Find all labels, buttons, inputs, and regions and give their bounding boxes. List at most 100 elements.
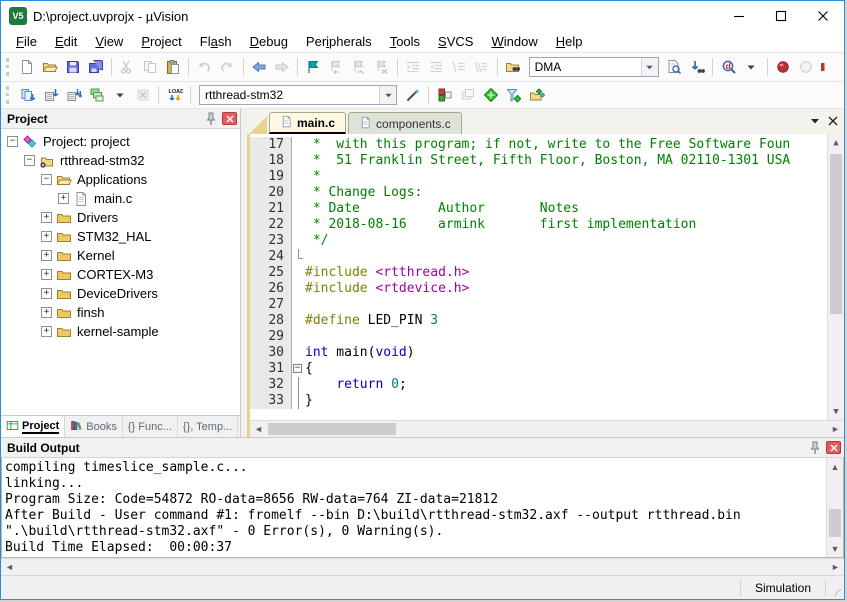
find-in-files-button[interactable]	[502, 56, 525, 78]
scroll-right-icon[interactable]: ►	[827, 562, 844, 572]
tab-list-dropdown[interactable]	[810, 114, 820, 129]
menu-help[interactable]: Help	[547, 32, 592, 51]
menu-window[interactable]: Window	[482, 32, 546, 51]
batch-build-dropdown[interactable]	[108, 84, 131, 106]
download-button[interactable]: LOAD	[163, 84, 186, 106]
insert-breakpoint-button[interactable]	[772, 56, 795, 78]
pack-installer-button[interactable]	[525, 84, 548, 106]
scroll-left-icon[interactable]: ◄	[250, 424, 267, 434]
windows-layout-button[interactable]	[456, 84, 479, 106]
tree-item-drivers[interactable]: +Drivers	[1, 208, 240, 227]
manage-rte-button[interactable]	[479, 84, 502, 106]
collapse-icon[interactable]: −	[24, 155, 35, 166]
fold-margin[interactable]	[292, 393, 305, 409]
runtime-filter-button[interactable]	[502, 84, 525, 106]
uncomment-selection-button[interactable]	[470, 56, 493, 78]
rebuild-button[interactable]	[62, 84, 85, 106]
expand-icon[interactable]: +	[41, 326, 52, 337]
menu-debug[interactable]: Debug	[241, 32, 297, 51]
fold-margin[interactable]	[292, 281, 305, 297]
comment-selection-button[interactable]	[447, 56, 470, 78]
indent-button[interactable]	[425, 56, 448, 78]
editor-tab-components-c[interactable]: components.c	[348, 112, 462, 134]
fold-margin[interactable]	[292, 185, 305, 201]
unindent-button[interactable]	[402, 56, 425, 78]
scroll-up-icon[interactable]: ▲	[827, 458, 843, 475]
copy-button[interactable]	[139, 56, 162, 78]
scroll-down-icon[interactable]: ▼	[828, 403, 844, 420]
tree-item-devicedrivers[interactable]: +DeviceDrivers	[1, 284, 240, 303]
scroll-left-icon[interactable]: ◄	[1, 562, 18, 572]
menu-file[interactable]: File	[7, 32, 46, 51]
expand-icon[interactable]: +	[41, 231, 52, 242]
build-vertical-scrollbar[interactable]: ▲ ▼	[826, 458, 843, 557]
code-area[interactable]: 17 * with this program; if not, write to…	[250, 134, 827, 420]
clipped-toolbar-icon[interactable]	[817, 56, 840, 78]
panel-tab-books[interactable]: Books	[65, 416, 123, 437]
expand-icon[interactable]: +	[58, 193, 69, 204]
previous-bookmark-button[interactable]	[325, 56, 348, 78]
expand-icon[interactable]: +	[41, 250, 52, 261]
fold-margin[interactable]	[292, 377, 305, 393]
batch-build-button[interactable]	[85, 84, 108, 106]
chevron-down-icon[interactable]	[379, 86, 396, 104]
flash-configuration-button[interactable]	[433, 84, 456, 106]
enable-breakpoint-button[interactable]	[795, 56, 818, 78]
fold-margin[interactable]	[292, 297, 305, 313]
expand-icon[interactable]: +	[41, 288, 52, 299]
menu-tools[interactable]: Tools	[381, 32, 429, 51]
fold-margin[interactable]	[292, 329, 305, 345]
build-horizontal-scrollbar[interactable]: ◄ ►	[1, 558, 844, 575]
target-select-combo[interactable]: rtthread-stm32	[199, 85, 397, 105]
fold-margin[interactable]: −	[292, 361, 305, 377]
build-button[interactable]	[39, 84, 62, 106]
fold-margin[interactable]	[292, 233, 305, 249]
collapse-icon[interactable]: −	[7, 136, 18, 147]
fold-margin[interactable]	[292, 217, 305, 233]
editor-tab-main-c[interactable]: main.c	[269, 112, 346, 134]
editor-vertical-scrollbar[interactable]: ▲ ▼	[827, 134, 844, 420]
fold-margin[interactable]	[292, 137, 305, 153]
clear-bookmarks-button[interactable]	[370, 56, 393, 78]
fold-margin[interactable]	[292, 265, 305, 281]
tree-item-project-project[interactable]: −Project: project	[1, 132, 240, 151]
incremental-find-button[interactable]	[686, 56, 709, 78]
fold-margin[interactable]	[292, 313, 305, 329]
stop-build-button[interactable]	[131, 84, 154, 106]
debug-bookmark-dropdown[interactable]	[740, 56, 763, 78]
menu-svcs[interactable]: SVCS	[429, 32, 482, 51]
panel-tab-project[interactable]: Project	[1, 416, 65, 437]
translate-button[interactable]	[16, 84, 39, 106]
editor-hscroll-thumb[interactable]	[268, 423, 396, 435]
search-combo[interactable]: DMA	[529, 57, 659, 77]
save-all-button[interactable]	[84, 56, 107, 78]
close-button[interactable]	[802, 1, 844, 31]
fold-margin[interactable]	[292, 345, 305, 361]
tree-item-cortex-m3[interactable]: +CORTEX-M3	[1, 265, 240, 284]
toggle-bookmark-button[interactable]	[302, 56, 325, 78]
open-file-button[interactable]	[39, 56, 62, 78]
new-file-button[interactable]	[16, 56, 39, 78]
save-button[interactable]	[61, 56, 84, 78]
paste-button[interactable]	[161, 56, 184, 78]
undo-button[interactable]	[193, 56, 216, 78]
tree-item-kernel-sample[interactable]: +kernel-sample	[1, 322, 240, 341]
panel-tab--func-[interactable]: {} Func...	[123, 416, 178, 437]
fold-margin[interactable]	[292, 249, 305, 265]
tree-item-applications[interactable]: −Applications	[1, 170, 240, 189]
tree-item-rtthread-stm32[interactable]: −rtthread-stm32	[1, 151, 240, 170]
menu-project[interactable]: Project	[132, 32, 190, 51]
navigate-forward-button[interactable]	[270, 56, 293, 78]
navigate-back-button[interactable]	[248, 56, 271, 78]
options-for-target-button[interactable]	[401, 84, 424, 106]
pin-icon[interactable]	[807, 440, 823, 455]
scroll-up-icon[interactable]: ▲	[828, 134, 844, 151]
menu-view[interactable]: View	[86, 32, 132, 51]
project-panel-close-button[interactable]	[222, 112, 237, 125]
build-output-close-button[interactable]	[826, 441, 841, 454]
build-output-content[interactable]: compiling timeslice_sample.c...linking..…	[2, 458, 826, 557]
collapse-icon[interactable]: −	[41, 174, 52, 185]
editor-vscroll-thumb[interactable]	[830, 154, 842, 314]
tree-item-kernel[interactable]: +Kernel	[1, 246, 240, 265]
fold-margin[interactable]	[292, 201, 305, 217]
